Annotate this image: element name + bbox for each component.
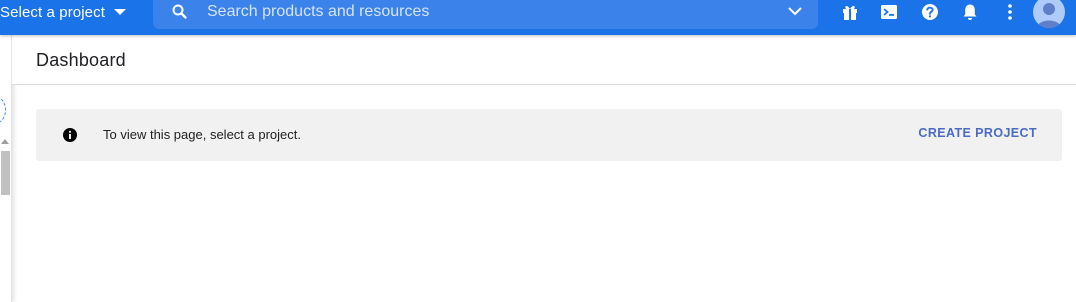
expand-search-icon[interactable] xyxy=(787,5,803,17)
top-app-bar: Select a project xyxy=(0,0,1076,35)
search-bar xyxy=(153,0,818,29)
gift-icon[interactable] xyxy=(840,2,860,22)
info-icon xyxy=(63,128,77,142)
avatar-person-icon xyxy=(1037,3,1061,28)
search-input[interactable] xyxy=(207,0,767,24)
info-banner: To view this page, select a project. CRE… xyxy=(36,109,1062,161)
account-avatar[interactable] xyxy=(1033,0,1065,28)
scrollbar-thumb[interactable] xyxy=(1,151,10,195)
cloud-shell-icon[interactable] xyxy=(879,2,899,22)
scroll-up-arrow-icon[interactable] xyxy=(1,139,9,144)
page-header: Dashboard xyxy=(12,35,1076,85)
banner-message: To view this page, select a project. xyxy=(103,127,301,142)
rail-indicator xyxy=(0,97,6,123)
notifications-icon[interactable] xyxy=(960,2,980,22)
left-nav-rail xyxy=(0,35,12,302)
page-title: Dashboard xyxy=(36,50,126,70)
search-icon xyxy=(172,4,187,19)
create-project-button[interactable]: CREATE PROJECT xyxy=(918,126,1037,140)
project-selector-label: Select a project xyxy=(0,3,105,21)
dropdown-caret-icon xyxy=(114,9,126,15)
help-icon[interactable] xyxy=(920,2,940,22)
project-selector[interactable]: Select a project xyxy=(0,0,133,24)
more-vert-icon[interactable] xyxy=(1000,2,1020,22)
